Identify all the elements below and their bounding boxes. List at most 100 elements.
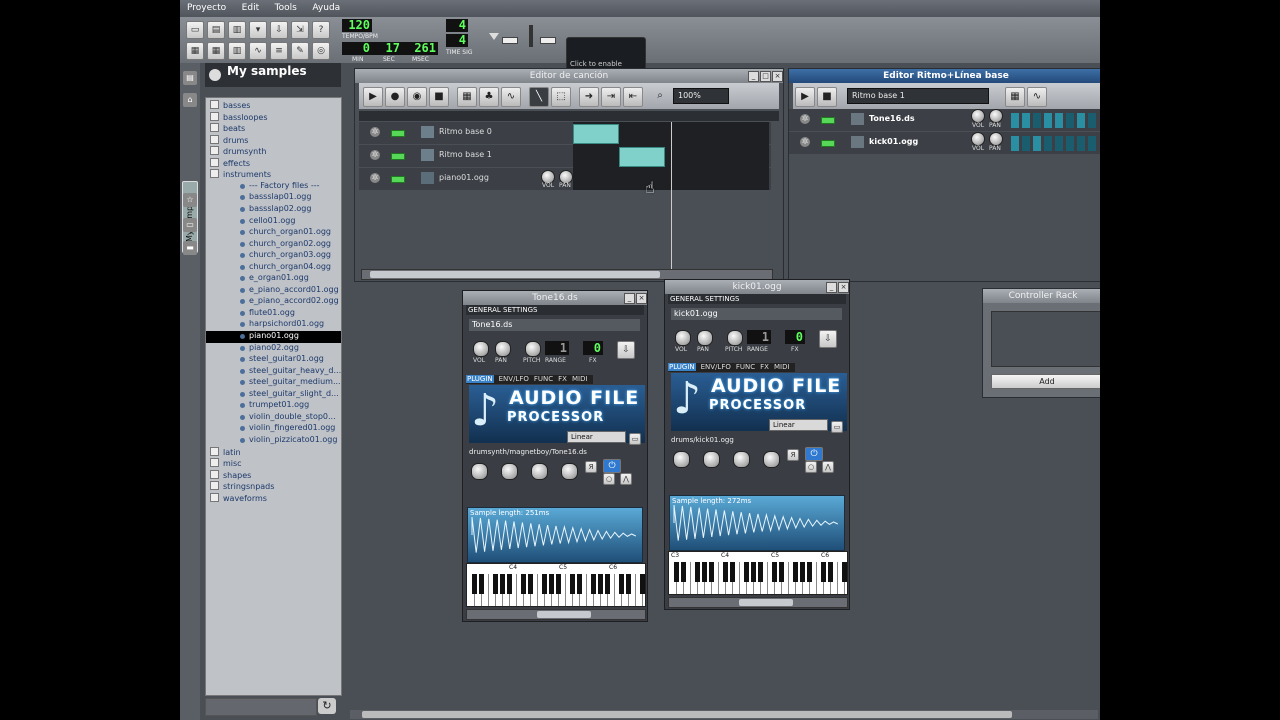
new-from-template-icon[interactable]: ▤ [207,21,225,39]
add-bb-track-icon[interactable]: ▦ [457,87,477,107]
black-key[interactable] [626,574,631,594]
reverse-icon[interactable]: Я [585,461,597,473]
pattern-grid[interactable] [573,122,769,282]
black-key[interactable] [493,574,498,594]
tree-file-item[interactable]: e_piano_accord01.ogg [206,285,341,297]
master-pitch-slider[interactable] [540,37,556,44]
menu-ayuda[interactable]: Ayuda [305,0,346,13]
tempo-lcd[interactable]: 120 [342,19,372,32]
tab-env-lfo[interactable]: ENV/LFO [701,363,731,371]
black-key[interactable] [730,562,735,582]
waveform-display[interactable]: Sample length: 251ms [467,507,643,563]
black-key[interactable] [507,574,512,594]
menu-tools[interactable]: Tools [268,0,303,13]
black-key[interactable] [598,574,603,594]
tree-file-item[interactable]: flute01.ogg [206,308,341,320]
black-key[interactable] [779,562,784,582]
open-project-icon[interactable]: ▥ [228,21,246,39]
ping-pong-icon[interactable]: ⋀ [620,473,632,485]
tab-fx[interactable]: FX [760,363,769,371]
keyboard-scroll[interactable] [668,597,848,608]
tree-file-item[interactable]: steel_guitar_medium... [206,377,341,389]
tab-midi[interactable]: MIDI [774,363,790,371]
track-name[interactable]: Tone16.ds [869,114,915,123]
black-key[interactable] [800,562,805,582]
stop-icon[interactable]: ■ [817,87,837,107]
tree-file-item[interactable]: church_organ02.ogg [206,239,341,251]
track-volume-knob[interactable] [971,132,985,146]
loop-icon[interactable]: ○ [603,473,615,485]
pan-knob[interactable] [495,341,511,357]
sample-knob[interactable] [673,451,690,468]
piano-roll-icon[interactable]: ▥ [228,42,246,60]
track-name[interactable]: Ritmo base 0 [439,127,492,136]
black-key[interactable] [549,574,554,594]
menu-proyecto[interactable]: Proyecto [180,0,232,13]
bb-pattern-clip[interactable] [619,147,665,167]
beat-step[interactable] [1011,113,1019,128]
whats-this-icon[interactable]: ? [312,21,330,39]
sample-knob[interactable] [531,463,548,480]
pitch-knob[interactable] [727,330,743,346]
open-sample-icon[interactable]: ▭ [629,433,641,445]
export-icon[interactable]: ⇲ [291,21,309,39]
tree-file-item[interactable]: steel_guitar_heavy_d... [206,366,341,378]
black-key[interactable] [702,562,707,582]
menu-edit[interactable]: Edit [235,0,265,13]
beat-step[interactable] [1088,136,1096,151]
tree-file-item[interactable]: cello01.ogg [206,216,341,228]
sample-knob[interactable] [763,451,780,468]
recent-projects-icon[interactable]: ▾ [249,21,267,39]
workspace-hscroll[interactable] [350,710,1098,719]
beat-step[interactable] [1055,113,1063,128]
tree-folder-item[interactable]: basses [206,100,341,112]
sample-knob[interactable] [561,463,578,480]
tree-folder-item[interactable]: stringsnpads [206,481,341,493]
pitch-knob[interactable] [525,341,541,357]
tree-file-item[interactable]: church_organ03.ogg [206,250,341,262]
auto-scroll-icon[interactable]: ➜ [579,87,599,107]
black-key[interactable] [605,574,610,594]
black-key[interactable] [828,562,833,582]
tree-folder-item[interactable]: latin [206,446,341,459]
fx-channel-lcd[interactable]: 0 [583,341,603,355]
tree-folder-item[interactable]: waveforms [206,492,341,505]
black-key[interactable] [751,562,756,582]
tree-folder-item[interactable]: shapes [206,469,341,482]
minimize-icon[interactable]: _ [826,282,837,293]
black-key[interactable] [793,562,798,582]
track-volume-knob[interactable] [971,109,985,123]
play-icon[interactable]: ▶ [363,87,383,107]
draw-mode-icon[interactable]: ╲ [529,87,549,107]
save-project-icon[interactable]: ⇩ [270,21,288,39]
timeline-ruler[interactable] [359,111,779,121]
track-settings-icon[interactable]: ✲ [800,114,810,124]
song-editor-icon[interactable]: ▦ [207,42,225,60]
beat-step[interactable] [1033,136,1041,151]
stop-icon[interactable]: ■ [429,87,449,107]
track-settings-icon[interactable]: ✲ [370,127,380,137]
black-key[interactable] [709,562,714,582]
track-mute-led[interactable] [391,153,405,160]
track-mute-led[interactable] [821,140,835,147]
timesig-numerator-lcd[interactable]: 4 [446,19,468,32]
instrument-name-input[interactable]: Tone16.ds [469,319,640,331]
tree-file-item[interactable]: piano01.ogg [206,331,341,343]
track-pan-knob[interactable] [989,132,1003,146]
loop-icon[interactable]: ○ [805,461,817,473]
black-key[interactable] [619,574,624,594]
black-key[interactable] [723,562,728,582]
tab-fx[interactable]: FX [558,375,567,383]
black-key[interactable] [542,574,547,594]
fx-mixer-icon[interactable]: ≡ [270,42,288,60]
black-key[interactable] [500,574,505,594]
tree-folder-item[interactable]: effects [206,157,341,170]
tree-file-item[interactable]: harpsichord01.ogg [206,319,341,331]
track-name[interactable]: piano01.ogg [439,173,489,182]
automation-editor-icon[interactable]: ∿ [249,42,267,60]
stop-behaviour-icon[interactable]: ⇤ [623,87,643,107]
tree-file-item[interactable]: church_organ04.ogg [206,262,341,274]
track-pan-knob[interactable] [989,109,1003,123]
tree-folder-item[interactable]: instruments [206,169,341,181]
track-settings-icon[interactable]: ✲ [800,137,810,147]
